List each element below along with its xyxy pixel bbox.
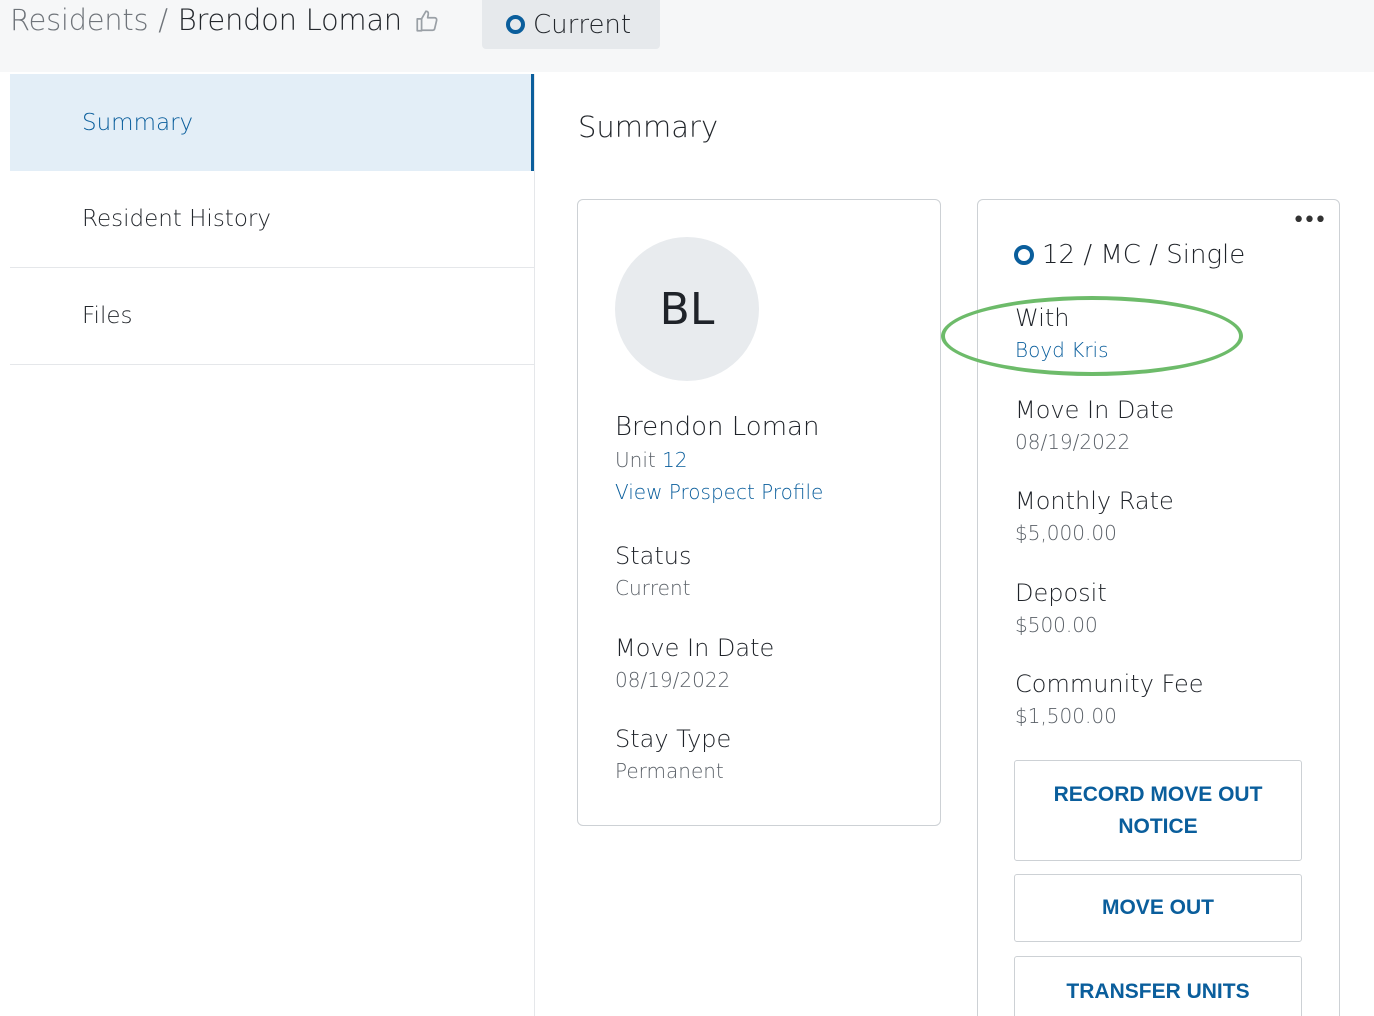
thumbs-up-icon[interactable] xyxy=(414,7,440,33)
more-options-icon[interactable]: ••• xyxy=(1292,210,1327,232)
sidebar-item-summary[interactable]: Summary xyxy=(10,74,534,171)
unit-move-in-date-field: Move In Date 08/19/2022 xyxy=(1015,396,1174,454)
field-value: $5,000.00 xyxy=(1015,521,1117,545)
field-value: $500.00 xyxy=(1015,613,1098,637)
roommate-link[interactable]: Boyd Kris xyxy=(1015,338,1109,362)
with-field: With Boyd Kris xyxy=(1015,304,1109,362)
page-header: Residents / Brendon Loman Current xyxy=(0,0,1374,72)
unit-summary-card: ••• 12 / MC / Single With Boyd Kris Move… xyxy=(977,199,1340,1016)
breadcrumb-residents-link[interactable]: Residents xyxy=(10,3,149,37)
move-out-button[interactable]: MOVE OUT xyxy=(1014,874,1302,942)
field-value: $1,500.00 xyxy=(1015,704,1117,728)
field-value: Permanent xyxy=(615,759,724,783)
resident-unit: Unit 12 xyxy=(615,448,823,472)
sidebar-item-label: Resident History xyxy=(82,206,271,232)
unit-status-circle-icon xyxy=(1014,245,1034,265)
field-label: Deposit xyxy=(1015,579,1107,607)
resident-identity: Brendon Loman Unit 12 View Prospect Prof… xyxy=(615,412,823,504)
field-value: 08/19/2022 xyxy=(615,668,731,692)
field-label: Monthly Rate xyxy=(1015,487,1174,515)
avatar: BL xyxy=(615,237,759,381)
field-value: 08/19/2022 xyxy=(1015,430,1131,454)
breadcrumb-current: Brendon Loman xyxy=(177,3,402,37)
field-label: Stay Type xyxy=(615,725,732,753)
record-move-out-notice-button[interactable]: RECORD MOVE OUT NOTICE xyxy=(1014,760,1302,861)
stay-type-field: Stay Type Permanent xyxy=(615,725,731,783)
unit-prefix: Unit xyxy=(615,448,656,472)
sidebar-item-files[interactable]: Files xyxy=(10,268,534,365)
breadcrumb-separator: / xyxy=(158,3,168,37)
resident-summary-card: BL Brendon Loman Unit 12 View Prospect P… xyxy=(577,199,941,826)
move-in-date-field: Move In Date 08/19/2022 xyxy=(615,634,774,692)
field-label: With xyxy=(1015,304,1070,332)
field-label: Move In Date xyxy=(615,634,775,662)
status-label: Current xyxy=(533,9,632,40)
sidebar-item-label: Files xyxy=(82,303,133,329)
deposit-field: Deposit $500.00 xyxy=(1015,579,1107,637)
page-title: Summary xyxy=(578,110,719,144)
breadcrumb: Residents / Brendon Loman xyxy=(10,0,440,40)
status-circle-icon xyxy=(506,15,525,34)
status-field: Status Current xyxy=(615,542,691,600)
field-value: Current xyxy=(615,576,691,600)
field-label: Status xyxy=(615,542,692,570)
unit-title: 12 / MC / Single xyxy=(1014,240,1245,270)
sidebar-item-resident-history[interactable]: Resident History xyxy=(10,171,534,268)
transfer-units-button[interactable]: TRANSFER UNITS xyxy=(1014,956,1302,1016)
resident-status-badge: Current xyxy=(482,0,660,49)
unit-number-link[interactable]: 12 xyxy=(662,448,687,472)
monthly-rate-field: Monthly Rate $5,000.00 xyxy=(1015,487,1174,545)
sidebar-item-label: Summary xyxy=(82,109,194,136)
community-fee-field: Community Fee $1,500.00 xyxy=(1015,670,1204,728)
field-label: Move In Date xyxy=(1015,396,1175,424)
unit-title-text: 12 / MC / Single xyxy=(1042,240,1246,270)
sidebar-nav: Summary Resident History Files xyxy=(10,74,535,1016)
view-prospect-profile-link[interactable]: View Prospect Profile xyxy=(615,480,823,504)
field-label: Community Fee xyxy=(1015,670,1204,698)
resident-name: Brendon Loman xyxy=(615,412,820,442)
